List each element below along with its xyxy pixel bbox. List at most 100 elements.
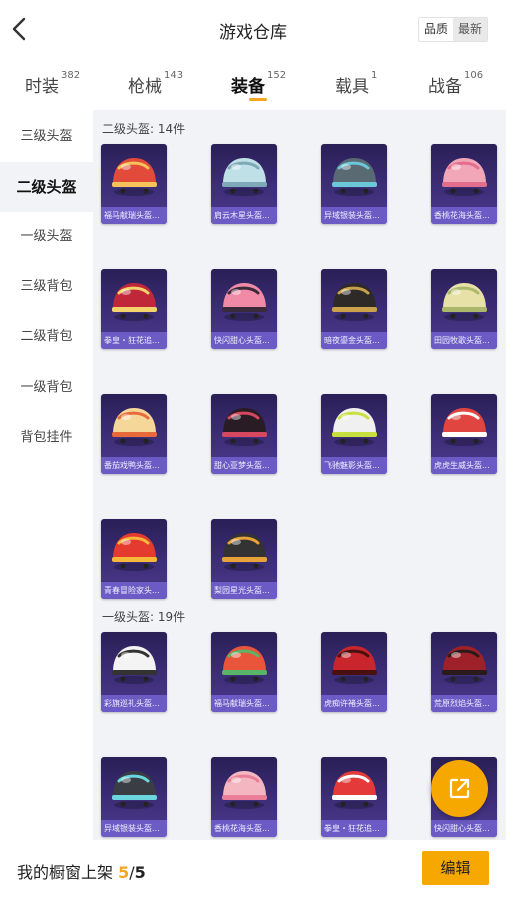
header: 游戏仓库 品质 最新 <box>0 0 506 58</box>
share-external-icon <box>449 778 470 799</box>
item-card[interactable]: 彩旗巡礼头盔... <box>101 632 167 712</box>
helmet-icon <box>332 646 377 684</box>
item-name: 香桃花海头盔... <box>431 207 497 224</box>
helmet-icon <box>332 408 377 446</box>
helmet-icon <box>112 283 157 321</box>
sidebar-item-level3-helmet[interactable]: 三级头盔 <box>0 112 93 162</box>
helmet-icon <box>332 771 377 809</box>
sort-toggle[interactable]: 品质 最新 <box>417 17 488 42</box>
sidebar-item-level3-backpack[interactable]: 三级背包 <box>0 262 93 312</box>
item-card[interactable]: 青春冒险家头... <box>101 519 167 599</box>
item-card[interactable]: 虎痴许褚头盔... <box>321 632 387 712</box>
tab-label: 装备 <box>231 77 265 97</box>
sort-quality-button[interactable]: 品质 <box>418 18 453 41</box>
helmet-icon <box>222 158 267 196</box>
item-card[interactable]: 异域银装头盔... <box>321 144 387 224</box>
tab-label: 时装 <box>25 77 59 97</box>
tab-count: 152 <box>267 70 287 81</box>
showcase-total: 5 <box>134 863 146 882</box>
sidebar-item-level1-backpack[interactable]: 一级背包 <box>0 363 93 413</box>
sidebar-item-level2-helmet[interactable]: 二级头盔 <box>0 162 93 212</box>
item-name: 异域银装头盔... <box>101 820 167 837</box>
item-grid-panel: 二级头盔: 14件 一级头盔: 19件 福马献瑞头盔... 肩云木星头盔... 异域… <box>93 110 506 840</box>
item-name: 飞驰魅影头盔... <box>321 457 387 474</box>
tab-equipment[interactable]: 装备152 <box>231 70 287 97</box>
item-name: 暗夜鎏金头盔... <box>321 332 387 349</box>
item-card[interactable]: 香桃花海头盔... <box>431 144 497 224</box>
helmet-icon <box>222 533 267 571</box>
item-name: 荒原烈焰头盔... <box>431 695 497 712</box>
tab-gear[interactable]: 战备106 <box>428 70 484 97</box>
section-title: 二级头盔: 14件 <box>102 122 186 136</box>
helmet-icon <box>332 283 377 321</box>
sidebar-item-level2-backpack[interactable]: 二级背包 <box>0 312 93 362</box>
section-title: 一级头盔: 19件 <box>102 610 186 624</box>
item-card[interactable]: 拳皇・狂花追... <box>101 269 167 349</box>
helmet-icon <box>222 283 267 321</box>
helmet-icon <box>112 533 157 571</box>
item-card[interactable]: 荒原烈焰头盔... <box>431 632 497 712</box>
helmet-icon <box>112 408 157 446</box>
item-name: 福马献瑞头盔... <box>101 207 167 224</box>
item-name: 番茄戏鸭头盔... <box>101 457 167 474</box>
sidebar-item-backpack-pendant[interactable]: 背包挂件 <box>0 413 93 463</box>
item-card[interactable]: 暗夜鎏金头盔... <box>321 269 387 349</box>
sidebar: 三级头盔 二级头盔 一级头盔 三级背包 二级背包 一级背包 背包挂件 <box>0 110 93 840</box>
tab-label: 战备 <box>428 77 462 97</box>
item-card[interactable]: 虎虎生威头盔... <box>431 394 497 474</box>
helmet-icon <box>442 646 487 684</box>
item-card[interactable]: 香桃花海头盔... <box>211 757 277 837</box>
helmet-icon <box>222 646 267 684</box>
item-name: 快闪甜心头盔... <box>431 820 497 837</box>
item-card[interactable]: 番茄戏鸭头盔... <box>101 394 167 474</box>
item-name: 彩旗巡礼头盔... <box>101 695 167 712</box>
helmet-icon <box>222 408 267 446</box>
helmet-icon <box>112 771 157 809</box>
showcase-label: 我的橱窗上架 <box>17 863 119 882</box>
helmet-icon <box>112 646 157 684</box>
tab-count: 143 <box>164 70 184 81</box>
item-name: 福马献瑞头盔... <box>211 695 277 712</box>
item-name: 异域银装头盔... <box>321 207 387 224</box>
helmet-icon <box>332 158 377 196</box>
item-card[interactable]: 拳皇・狂花追... <box>321 757 387 837</box>
item-name: 拳皇・狂花追... <box>101 332 167 349</box>
item-name: 梨园星光头盔... <box>211 582 277 599</box>
item-card[interactable]: 福马献瑞头盔... <box>211 632 277 712</box>
tab-guns[interactable]: 枪械143 <box>128 70 184 97</box>
helmet-icon <box>442 158 487 196</box>
item-name: 快闪甜心头盔... <box>211 332 277 349</box>
item-card[interactable]: 异域银装头盔... <box>101 757 167 837</box>
showcase-footer: 我的橱窗上架 5/5 编辑 <box>0 840 506 897</box>
item-card[interactable]: 梨园星光头盔... <box>211 519 277 599</box>
item-name: 虎痴许褚头盔... <box>321 695 387 712</box>
tab-count: 382 <box>61 70 81 81</box>
item-card[interactable]: 肩云木星头盔... <box>211 144 277 224</box>
tab-label: 枪械 <box>128 77 162 97</box>
showcase-current: 5 <box>118 863 130 882</box>
item-card[interactable]: 福马献瑞头盔... <box>101 144 167 224</box>
tab-count: 106 <box>464 70 484 81</box>
share-fab-button[interactable] <box>431 760 488 817</box>
helmet-icon <box>442 283 487 321</box>
item-name: 甜心亚梦头盔... <box>211 457 277 474</box>
item-name: 田园牧歌头盔... <box>431 332 497 349</box>
item-card[interactable]: 田园牧歌头盔... <box>431 269 497 349</box>
helmet-icon <box>222 771 267 809</box>
item-name: 青春冒险家头... <box>101 582 167 599</box>
helmet-icon <box>112 158 157 196</box>
item-card[interactable]: 甜心亚梦头盔... <box>211 394 277 474</box>
showcase-status: 我的橱窗上架 5/5 <box>17 859 146 883</box>
item-name: 肩云木星头盔... <box>211 207 277 224</box>
sidebar-item-level1-helmet[interactable]: 一级头盔 <box>0 212 93 262</box>
item-name: 香桃花海头盔... <box>211 820 277 837</box>
sort-newest-button[interactable]: 最新 <box>452 18 487 41</box>
item-name: 拳皇・狂花追... <box>321 820 387 837</box>
tab-count: 1 <box>371 70 378 81</box>
category-tabs: 时装382 枪械143 装备152 载具1 战备106 <box>0 62 506 110</box>
tab-vehicles[interactable]: 载具1 <box>335 70 378 97</box>
tab-fashion[interactable]: 时装382 <box>25 70 81 97</box>
item-card[interactable]: 飞驰魅影头盔... <box>321 394 387 474</box>
edit-button[interactable]: 编辑 <box>422 851 489 885</box>
item-card[interactable]: 快闪甜心头盔... <box>211 269 277 349</box>
